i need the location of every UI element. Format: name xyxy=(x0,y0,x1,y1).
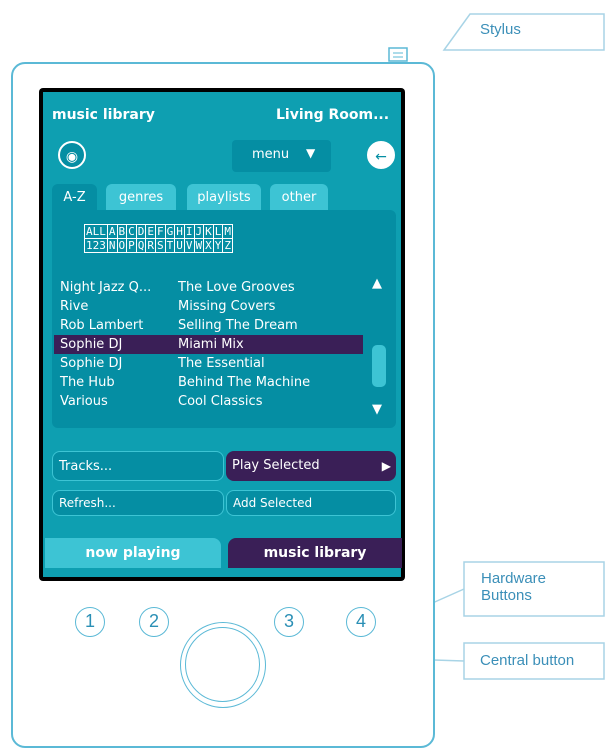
central-button-label: Central button xyxy=(480,652,575,669)
alpha-index-key[interactable]: V xyxy=(183,238,195,253)
artist-cell: Rob Lambert xyxy=(60,318,144,333)
artist-cell: Night Jazz Q... xyxy=(60,280,152,295)
room-selector[interactable]: Living Room... xyxy=(276,107,389,123)
alpha-index-key[interactable]: K xyxy=(203,224,214,239)
alpha-index-key[interactable]: I xyxy=(183,224,195,239)
header-title: music library xyxy=(52,107,155,123)
alpha-index-key[interactable]: Y xyxy=(212,238,224,253)
chevron-down-icon: ▼ xyxy=(306,146,316,160)
alpha-index-key[interactable]: X xyxy=(203,238,214,253)
album-cell: Cool Classics xyxy=(178,394,263,409)
menu-button[interactable]: menu ▼ xyxy=(232,140,331,172)
central-button-ring xyxy=(185,627,260,702)
menu-label: menu xyxy=(252,147,290,162)
alpha-index-key[interactable]: H xyxy=(174,224,185,239)
alpha-index-key[interactable]: B xyxy=(116,224,128,239)
volume-icon: ◉ xyxy=(65,149,79,165)
alpha-index-key[interactable]: D xyxy=(135,224,147,239)
list-item[interactable]: Various Cool Classics xyxy=(60,392,363,411)
alpha-index-key[interactable]: M xyxy=(222,224,233,239)
tab-genres[interactable]: genres xyxy=(106,184,176,212)
album-cell: The Essential xyxy=(178,356,265,371)
tab-music-library[interactable]: music library xyxy=(228,538,402,568)
list-item[interactable]: The Hub Behind The Machine xyxy=(60,373,363,392)
hardware-buttons-label-line2: Buttons xyxy=(481,587,532,604)
alpha-index-key[interactable]: A xyxy=(106,224,118,239)
alpha-index-key[interactable]: Q xyxy=(135,238,147,253)
alpha-index-key[interactable]: U xyxy=(174,238,185,253)
artist-cell: Various xyxy=(60,394,108,409)
artist-cell: Sophie DJ xyxy=(60,337,123,352)
tab-other[interactable]: other xyxy=(270,184,328,212)
alpha-index-key[interactable]: ALL xyxy=(84,224,108,239)
list-item[interactable]: Night Jazz Q... The Love Grooves xyxy=(60,278,363,297)
list-item-selected[interactable]: Sophie DJ Miami Mix xyxy=(54,335,363,354)
alpha-index-key[interactable]: C xyxy=(126,224,137,239)
alpha-index-key[interactable]: S xyxy=(155,238,166,253)
album-cell: The Love Grooves xyxy=(178,280,295,295)
album-cell: Behind The Machine xyxy=(178,375,311,390)
artist-cell: Rive xyxy=(60,299,89,314)
alpha-index-key[interactable]: N xyxy=(106,238,118,253)
artist-cell: The Hub xyxy=(60,375,115,390)
alpha-index-key[interactable]: Z xyxy=(222,238,233,253)
hardware-button-3[interactable]: 3 xyxy=(274,607,304,637)
alpha-index-key[interactable]: 123 xyxy=(84,238,108,253)
list-item[interactable]: Sophie DJ The Essential xyxy=(60,354,363,373)
artist-cell: Sophie DJ xyxy=(60,356,123,371)
stylus-label: Stylus xyxy=(480,21,521,38)
alphabet-index: ALL A B C D E F G H I J K L M 123 N O P Q R S T U V W X Y Z xyxy=(84,224,233,253)
alpha-index-key[interactable]: W xyxy=(193,238,205,253)
central-button[interactable] xyxy=(180,622,266,708)
alpha-index-key[interactable]: J xyxy=(193,224,205,239)
scroll-up-icon[interactable]: ▲ xyxy=(372,276,382,291)
hardware-button-2[interactable]: 2 xyxy=(139,607,169,637)
scrollbar-thumb[interactable] xyxy=(372,345,386,387)
tracks-button[interactable]: Tracks... xyxy=(52,451,224,481)
list-item[interactable]: Rob Lambert Selling The Dream xyxy=(60,316,363,335)
album-cell: Selling The Dream xyxy=(178,318,298,333)
alpha-index-key[interactable]: G xyxy=(164,224,176,239)
alpha-index-key[interactable]: F xyxy=(155,224,166,239)
volume-button[interactable]: ◉ xyxy=(58,141,86,169)
tab-playlists[interactable]: playlists xyxy=(187,184,261,212)
tab-now-playing[interactable]: now playing xyxy=(45,538,221,568)
alpha-index-key[interactable]: P xyxy=(126,238,137,253)
add-selected-button[interactable]: Add Selected xyxy=(226,490,396,516)
alpha-index-key[interactable]: O xyxy=(116,238,128,253)
play-selected-button[interactable]: Play Selected ▶ xyxy=(226,451,396,481)
alpha-index-key[interactable]: E xyxy=(145,224,156,239)
hardware-button-1[interactable]: 1 xyxy=(75,607,105,637)
scroll-down-icon[interactable]: ▼ xyxy=(372,402,382,417)
hardware-buttons-label-line1: Hardware xyxy=(481,570,547,587)
play-selected-label: Play Selected xyxy=(232,458,320,473)
album-cell: Miami Mix xyxy=(178,337,244,352)
play-arrow-icon: ▶ xyxy=(381,459,391,473)
alpha-index-key[interactable]: T xyxy=(164,238,176,253)
alpha-index-key[interactable]: R xyxy=(145,238,156,253)
hardware-button-4[interactable]: 4 xyxy=(346,607,376,637)
back-arrow-icon: ← xyxy=(375,149,387,165)
list-item[interactable]: Rive Missing Covers xyxy=(60,297,363,316)
tab-a-z[interactable]: A-Z xyxy=(52,184,97,212)
album-cell: Missing Covers xyxy=(178,299,276,314)
alpha-index-key[interactable]: L xyxy=(212,224,224,239)
refresh-button[interactable]: Refresh... xyxy=(52,490,224,516)
back-button[interactable]: ← xyxy=(367,141,395,169)
